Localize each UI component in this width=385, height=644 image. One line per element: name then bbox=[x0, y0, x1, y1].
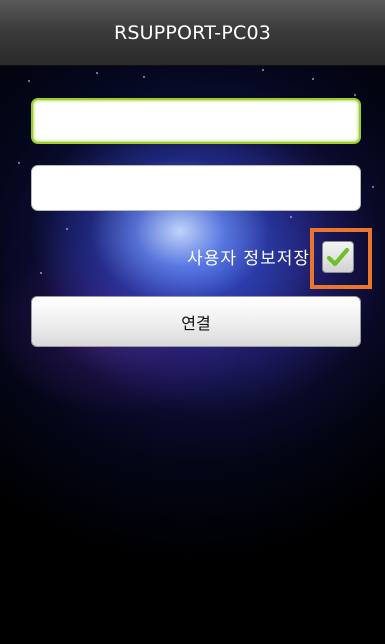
star-dot bbox=[18, 162, 20, 164]
connect-button-label: 연결 bbox=[181, 313, 211, 333]
star-dot bbox=[290, 216, 292, 218]
app-screen: RSUPPORT-PC03 사용자 정보저장 연결 bbox=[0, 0, 385, 644]
connect-button[interactable]: 연결 bbox=[31, 296, 361, 347]
star-dot bbox=[96, 72, 98, 74]
background-image bbox=[0, 66, 385, 644]
star-dot bbox=[312, 78, 314, 80]
save-user-info-label: 사용자 정보저장 bbox=[187, 249, 310, 269]
title-bar: RSUPPORT-PC03 bbox=[0, 0, 385, 66]
star-dot bbox=[28, 80, 30, 82]
star-dot bbox=[66, 228, 68, 230]
star-dot bbox=[372, 186, 374, 188]
page-title: RSUPPORT-PC03 bbox=[113, 21, 272, 44]
password-input[interactable] bbox=[31, 165, 361, 211]
star-dot bbox=[40, 272, 42, 274]
username-input[interactable] bbox=[31, 98, 361, 144]
star-dot bbox=[143, 76, 145, 78]
star-dot bbox=[262, 69, 264, 71]
checkbox-highlight-frame bbox=[310, 228, 372, 289]
star-dot bbox=[354, 94, 356, 96]
